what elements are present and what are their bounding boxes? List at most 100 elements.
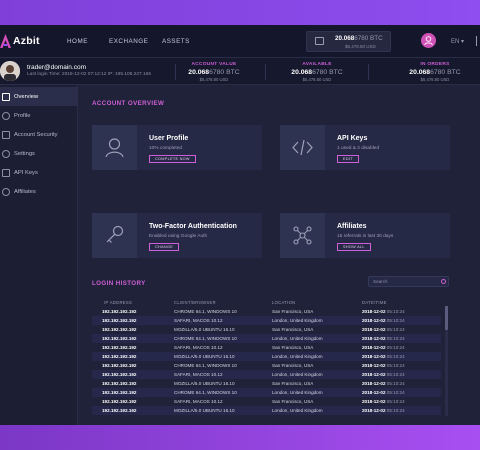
app-name: Azbit	[13, 35, 40, 47]
wallet-amount: 20.0686780 BTC	[335, 35, 383, 42]
language-selector[interactable]: EN ▾	[451, 38, 464, 45]
sidebar-item-profile[interactable]: Profile	[0, 106, 78, 125]
card-user-profile: User Profile 10% completed COMPLETE NOW	[92, 125, 262, 170]
card-api-keys: API Keys 1 used & 2 disabled EDIT	[280, 125, 450, 170]
table-row: 192.192.192.192 SAFARI, MACOS 10.12 London…	[92, 316, 441, 325]
cell-client: CHROME 64.1, WINDOWS 10	[174, 308, 237, 314]
cell-ip: 192.192.192.192	[102, 380, 137, 386]
table-row: 192.192.192.192 SAFARI, MACOS 10.12 San Fr…	[92, 343, 441, 352]
cell-location: London, United Kingdom	[272, 335, 323, 341]
sidebar-item-label: Overview	[14, 93, 39, 100]
wallet-icon	[315, 37, 324, 45]
card-subtitle: 15 referrals in last 30 days	[337, 234, 394, 239]
logo[interactable]: Azbit	[0, 34, 40, 48]
sidebar-item-label: Account Security	[14, 131, 58, 138]
cell-location: London, United Kingdom	[272, 371, 323, 377]
user-icon	[2, 111, 10, 120]
card-icon-box	[280, 213, 325, 258]
card-subtitle: 1 used & 2 disabled	[337, 146, 380, 151]
search-icon	[441, 279, 446, 284]
card-subtitle: Enabled using Google Auth	[149, 234, 208, 239]
scrollbar-thumb[interactable]	[445, 306, 448, 330]
nav-home[interactable]: HOME	[67, 38, 88, 45]
bottom-gradient-band	[0, 425, 480, 450]
cell-datetime: 2018-12-02 05:10:24	[362, 389, 405, 395]
cell-client: MOZILLA/5.0 UBUNTU 16.10	[174, 353, 235, 359]
login-history-title: LOGIN HISTORY	[92, 280, 146, 287]
cell-datetime: 2018-12-02 05:10:24	[362, 335, 405, 341]
code-icon	[292, 139, 313, 156]
edit-button[interactable]: EDIT	[337, 155, 359, 163]
avatar	[0, 61, 20, 81]
sidebar-item-overview[interactable]: Overview	[0, 87, 78, 106]
cell-location: London, United Kingdom	[272, 317, 323, 323]
column-header-location[interactable]: LOCATION	[272, 300, 296, 305]
sidebar-item-account-security[interactable]: Account Security	[0, 125, 78, 144]
card-title: Affiliates	[337, 223, 367, 230]
card-icon-box	[92, 125, 137, 170]
menu-edge-icon[interactable]	[476, 36, 480, 46]
sidebar-item-settings[interactable]: Settings	[0, 144, 78, 163]
table-row: 192.192.192.192 CHROME 64.1, WINDOWS 10 Sa…	[92, 361, 441, 370]
table-row: 192.192.192.192 MOZILLA/5.0 UBUNTU 16.10 L…	[92, 352, 441, 361]
sidebar: Overview Profile Account Security Settin…	[0, 85, 78, 425]
cell-datetime: 2018-12-02 05:10:24	[362, 317, 405, 323]
table-row: 192.192.192.192 SAFARI, MACOS 10.12 London…	[92, 370, 441, 379]
cell-client: CHROME 64.1, WINDOWS 10	[174, 335, 237, 341]
sidebar-item-label: Affiliates	[14, 188, 36, 195]
sidebar-item-label: Profile	[14, 112, 31, 119]
cell-client: SAFARI, MACOS 10.12	[174, 398, 223, 404]
cell-datetime: 2018-12-02 05:10:24	[362, 308, 405, 314]
cell-location: San Francisco, USA	[272, 362, 314, 368]
gear-icon	[2, 149, 10, 158]
table-row: 192.192.192.192 CHROME 64.1, WINDOWS 10 Sa…	[92, 307, 441, 316]
divider	[368, 64, 369, 80]
show-all-button[interactable]: SHOW ALL	[337, 243, 371, 251]
sidebar-item-label: API Keys	[14, 169, 38, 176]
cell-client: SAFARI, MACOS 10.12	[174, 371, 223, 377]
wallet-balance[interactable]: 20.0686780 BTC $5,478.80 USD	[306, 31, 391, 52]
column-header-datetime[interactable]: DATE/TIME	[362, 300, 387, 305]
sidebar-item-api-keys[interactable]: API Keys	[0, 163, 78, 182]
user-icon	[424, 36, 433, 46]
nav-exchange[interactable]: EXCHANGE	[109, 38, 148, 45]
cell-ip: 192.192.192.192	[102, 353, 137, 359]
card-two-factor: Two-Factor Authentication Enabled using …	[92, 213, 262, 258]
card-icon-box	[92, 213, 137, 258]
azbit-logo-icon	[0, 34, 11, 48]
cell-datetime: 2018-12-02 05:10:24	[362, 362, 405, 368]
cell-ip: 192.192.192.192	[102, 344, 137, 350]
divider	[265, 64, 266, 80]
stat-account-value: ACCOUNT VALUE 20.0686780 BTC $5,478.80 U…	[188, 62, 240, 82]
cell-datetime: 2018-12-02 05:10:24	[362, 407, 405, 413]
cell-client: MOZILLA/5.0 UBUNTU 16.10	[174, 407, 235, 413]
search-input[interactable]: Search	[368, 276, 449, 287]
table-row: 192.192.192.192 SAFARI, MACOS 10.12 San Fr…	[92, 397, 441, 406]
sidebar-item-label: Settings	[14, 150, 35, 157]
top-navbar: Azbit HOME EXCHANGE ASSETS 20.0686780 BT…	[0, 25, 480, 58]
complete-now-button[interactable]: COMPLETE NOW	[149, 155, 196, 163]
cell-ip: 192.192.192.192	[102, 317, 137, 323]
card-affiliates: Affiliates 15 referrals in last 30 days …	[280, 213, 450, 258]
table-row: 192.192.192.192 MOZILLA/5.0 UBUNTU 16.10 S…	[92, 379, 441, 388]
user-avatar-button[interactable]	[421, 33, 436, 48]
account-bar: trader@domain.com Last login Time: 2018-…	[0, 58, 480, 85]
sidebar-item-affiliates[interactable]: Affiliates	[0, 182, 78, 201]
change-button[interactable]: CHANGE	[149, 243, 180, 251]
table-row: 192.192.192.192 CHROME 64.1, WINDOWS 10 Lo…	[92, 334, 441, 343]
cell-datetime: 2018-12-02 05:10:24	[362, 344, 405, 350]
cell-ip: 192.192.192.192	[102, 335, 137, 341]
cell-location: San Francisco, USA	[272, 344, 314, 350]
nav-assets[interactable]: ASSETS	[162, 38, 190, 45]
cell-datetime: 2018-12-02 05:10:24	[362, 398, 405, 404]
table-row: 192.192.192.192 MOZILLA/5.0 UBUNTU 16.10 S…	[92, 325, 441, 334]
cell-location: London, United Kingdom	[272, 407, 323, 413]
column-header-ip[interactable]: IP ADDRESS	[104, 300, 132, 305]
column-header-client[interactable]: CLIENT/BROWSER	[174, 300, 216, 305]
cell-datetime: 2018-12-02 05:10:24	[362, 371, 405, 377]
app-window: Azbit HOME EXCHANGE ASSETS 20.0686780 BT…	[0, 25, 480, 425]
network-icon	[293, 226, 312, 245]
cell-ip: 192.192.192.192	[102, 407, 137, 413]
grid-icon	[2, 92, 10, 101]
last-login-info: Last login Time: 2018-12-02 07:12:12 IP:…	[27, 72, 152, 77]
